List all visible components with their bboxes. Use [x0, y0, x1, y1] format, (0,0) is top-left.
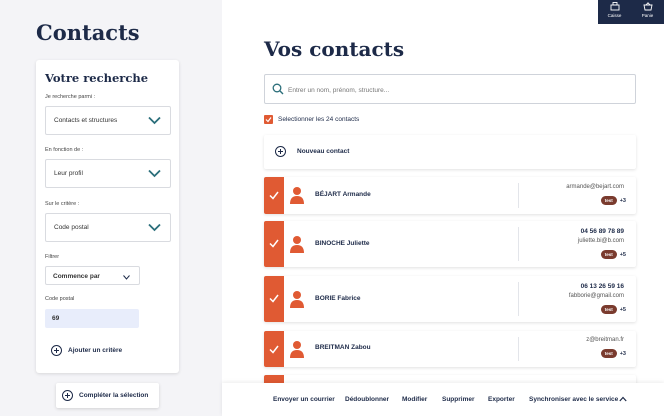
- tag-count: +5: [619, 306, 626, 313]
- select-all-checkbox[interactable]: Selectionner les 24 contacts: [264, 115, 359, 124]
- row-checkbox[interactable]: [264, 177, 284, 214]
- contact-name: BINOCHE Juliette: [315, 240, 370, 247]
- search-input[interactable]: [288, 82, 618, 98]
- select-filter[interactable]: Commence par: [45, 266, 140, 285]
- contact-name: BÉJART Armande: [315, 191, 371, 198]
- new-contact-button[interactable]: Nouveau contact: [264, 135, 636, 169]
- contact-email[interactable]: armande@bejart.com: [566, 184, 624, 190]
- check-icon: [269, 239, 279, 248]
- row-checkbox[interactable]: [264, 221, 284, 267]
- row-divider: [518, 282, 519, 316]
- tag-count: +3: [619, 197, 626, 204]
- select-criterion-value: Code postal: [54, 224, 89, 231]
- cash-register-icon: [610, 2, 620, 11]
- contact-name: BORIE Fabrice: [315, 295, 361, 302]
- label-search-among: Je recherche parmi :: [45, 94, 96, 100]
- top-right-nav: Caisse Panie: [598, 0, 664, 24]
- select-criterion[interactable]: Code postal: [45, 213, 171, 242]
- chevron-down-icon: [148, 116, 161, 125]
- plus-circle-icon: [51, 345, 62, 356]
- panier-button[interactable]: Panie: [631, 0, 664, 24]
- tag-group: test +3: [600, 349, 626, 358]
- row-divider: [518, 337, 519, 361]
- contact-email[interactable]: fabborie@gmail.com: [569, 293, 624, 299]
- delete-button[interactable]: Supprimer: [442, 396, 475, 403]
- panier-label: Panie: [641, 13, 654, 18]
- tag-count: +5: [619, 251, 626, 258]
- caisse-label: Caisse: [607, 13, 622, 18]
- tag-group: test +5: [600, 250, 626, 259]
- caisse-button[interactable]: Caisse: [598, 0, 631, 24]
- contact-row[interactable]: BORIE Fabrice 06 13 26 59 16 fabborie@gm…: [264, 276, 636, 322]
- add-criterion-label: Ajouter un critère: [68, 347, 123, 354]
- check-icon: [269, 191, 279, 200]
- label-filter: Filtrer: [45, 254, 60, 260]
- contact-row[interactable]: BINOCHE Juliette 04 56 89 78 89 juliette…: [264, 221, 636, 267]
- contacts-heading: Vos contacts: [264, 37, 405, 61]
- check-icon: [269, 294, 279, 303]
- postal-code-value: 69: [52, 315, 60, 322]
- new-contact-label: Nouveau contact: [297, 148, 350, 155]
- avatar-icon: [290, 236, 304, 253]
- select-based-on[interactable]: Leur profil: [45, 159, 171, 188]
- tag-badge: test: [600, 349, 617, 358]
- contact-email[interactable]: juliette.bi@b.com: [578, 238, 624, 244]
- label-based-on: En fonction de :: [45, 147, 84, 153]
- page-title: Contacts: [36, 20, 140, 45]
- sync-button[interactable]: Synchroniser avec le service: [529, 396, 618, 403]
- tag-badge: test: [600, 305, 617, 314]
- basket-icon: [643, 2, 653, 11]
- tag-badge: test: [600, 196, 617, 205]
- chevron-down-icon: [148, 169, 161, 178]
- chevron-down-icon: [148, 223, 161, 232]
- row-divider: [518, 183, 519, 208]
- select-based-on-value: Leur profil: [54, 170, 83, 177]
- contact-phone[interactable]: 06 13 26 59 16: [581, 283, 624, 290]
- chevron-up-icon[interactable]: [619, 396, 627, 402]
- contact-email[interactable]: z@breitman.fr: [586, 337, 624, 343]
- avatar-icon: [290, 291, 304, 308]
- dedupe-button[interactable]: Dédoublonner: [345, 396, 389, 403]
- contact-row[interactable]: BÉJART Armande armande@bejart.com test +…: [264, 177, 636, 214]
- avatar-icon: [290, 341, 304, 358]
- select-all-label: Selectionner les 24 contacts: [278, 116, 360, 123]
- tag-count: +3: [619, 350, 626, 357]
- tag-group: test +3: [600, 196, 626, 205]
- row-checkbox[interactable]: [264, 276, 284, 322]
- search-icon: [272, 83, 284, 95]
- chevron-down-icon: [123, 275, 130, 280]
- contact-phone[interactable]: 04 56 89 78 89: [581, 228, 624, 235]
- add-criterion-button[interactable]: Ajouter un critère: [51, 345, 122, 356]
- select-search-among-value: Contacts et structures: [54, 117, 118, 124]
- complete-selection-button[interactable]: Compléter la sélection: [56, 383, 159, 408]
- postal-code-input[interactable]: 69: [45, 309, 139, 328]
- row-checkbox[interactable]: [264, 331, 284, 367]
- bottom-action-bar: Envoyer un courrier Dédoublonner Modifie…: [222, 383, 664, 416]
- select-filter-value: Commence par: [53, 273, 100, 280]
- label-postal-code: Code postal: [45, 296, 75, 302]
- label-criterion: Sur le critère :: [45, 201, 80, 207]
- tag-group: test +5: [600, 305, 626, 314]
- search-card-title: Votre recherche: [45, 71, 149, 85]
- modify-button[interactable]: Modifier: [402, 396, 427, 403]
- plus-circle-icon: [62, 390, 73, 401]
- send-mail-button[interactable]: Envoyer un courrier: [273, 396, 335, 403]
- complete-selection-label: Compléter la sélection: [79, 392, 149, 399]
- avatar-icon: [290, 187, 304, 204]
- tag-badge: test: [600, 250, 617, 259]
- export-button[interactable]: Exporter: [488, 396, 515, 403]
- check-icon: [269, 345, 279, 354]
- row-divider: [518, 227, 519, 261]
- plus-circle-icon: [275, 146, 286, 157]
- contact-name: BREITMAN Zabou: [315, 344, 371, 351]
- search-box[interactable]: [264, 74, 636, 104]
- checkbox-checked-icon: [264, 115, 273, 124]
- contact-row[interactable]: BREITMAN Zabou z@breitman.fr test +3: [264, 331, 636, 367]
- select-search-among[interactable]: Contacts et structures: [45, 106, 171, 135]
